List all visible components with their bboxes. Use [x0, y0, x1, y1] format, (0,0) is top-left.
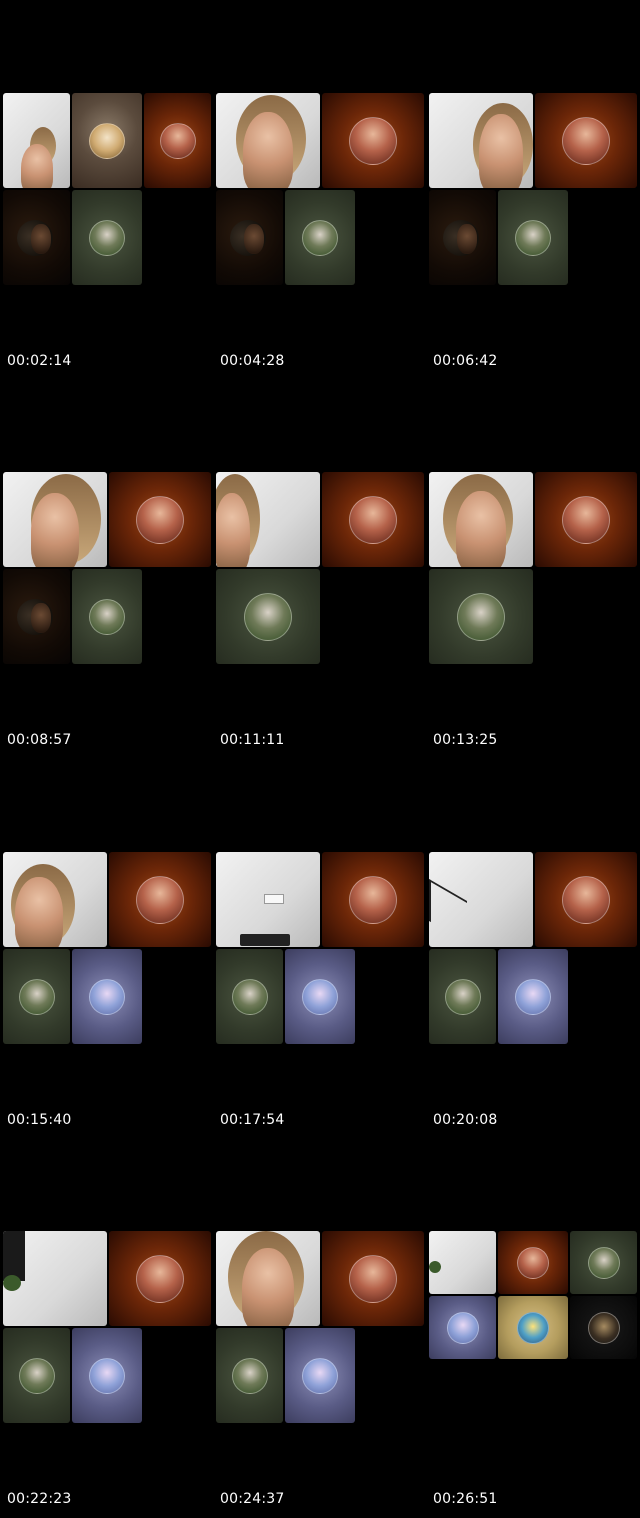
participant-avatar	[17, 220, 53, 256]
frame-timestamp: 00:06:42	[433, 353, 498, 369]
frame-timestamp: 00:08:57	[7, 732, 72, 748]
video-tile-participant	[72, 1328, 142, 1423]
video-tile-participant	[322, 852, 424, 947]
video-tile-self	[3, 93, 70, 188]
frame-timestamp: 00:13:25	[433, 732, 498, 748]
video-tile-participant	[109, 1231, 211, 1326]
video-tile-participant	[72, 190, 142, 285]
participant-avatar	[302, 1357, 338, 1394]
frame-timestamp: 00:17:54	[220, 1112, 285, 1128]
video-tile-self	[3, 852, 107, 947]
video-tile-participant	[216, 1328, 283, 1423]
participant-avatar	[136, 875, 184, 924]
participant-avatar	[89, 122, 125, 159]
participant-avatar	[349, 875, 397, 924]
participant-avatar	[349, 116, 397, 165]
frame-timestamp: 00:22:23	[7, 1491, 72, 1507]
video-tile-self	[429, 1231, 496, 1294]
video-tile-participant	[429, 190, 496, 285]
video-tile-self	[429, 93, 533, 188]
participant-avatar	[230, 220, 266, 256]
participant-avatar	[562, 875, 610, 924]
participant-avatar	[517, 1311, 549, 1344]
video-tile-participant	[322, 1231, 424, 1326]
frame-timestamp: 00:24:37	[220, 1491, 285, 1507]
participant-avatar	[136, 1254, 184, 1303]
frame-timestamp: 00:02:14	[7, 353, 72, 369]
video-tile-participant	[3, 190, 70, 285]
participant-avatar	[515, 219, 551, 256]
frame-timestamp: 00:26:51	[433, 1491, 498, 1507]
participant-avatar	[231, 978, 268, 1015]
video-tile-self	[216, 1231, 320, 1326]
video-tile-participant	[285, 190, 355, 285]
participant-avatar	[457, 592, 505, 641]
video-tile-participant	[535, 93, 637, 188]
participant-avatar	[89, 1357, 125, 1394]
frame-timestamp: 00:04:28	[220, 353, 285, 369]
video-tile-participant	[216, 190, 283, 285]
video-tile-participant	[72, 93, 142, 188]
video-tile-self	[216, 852, 320, 947]
video-tile-participant	[72, 949, 142, 1044]
video-tile-self	[3, 1231, 107, 1326]
video-tile-self	[216, 472, 320, 567]
video-tile-participant	[216, 569, 320, 664]
video-tile-participant	[429, 569, 533, 664]
participant-avatar	[18, 978, 55, 1015]
video-tile-self	[429, 852, 533, 947]
video-tile-participant	[3, 1328, 70, 1423]
video-tile-participant	[498, 190, 568, 285]
participant-avatar	[89, 978, 125, 1015]
participant-avatar	[244, 592, 292, 641]
video-tile-participant	[322, 472, 424, 567]
video-tile-participant	[535, 852, 637, 947]
video-tile-self	[429, 472, 533, 567]
video-tile-participant	[109, 852, 211, 947]
participant-avatar	[89, 598, 125, 635]
video-tile-participant	[322, 93, 424, 188]
participant-avatar	[446, 1311, 479, 1344]
video-tile-participant	[72, 569, 142, 664]
participant-avatar	[302, 978, 338, 1015]
video-tile-self	[3, 472, 107, 567]
video-tile-participant	[498, 1296, 568, 1359]
participant-avatar	[515, 978, 551, 1015]
video-tile-participant	[285, 949, 355, 1044]
video-tile-participant	[3, 949, 70, 1044]
participant-avatar	[562, 495, 610, 544]
video-tile-participant	[498, 1231, 568, 1294]
video-tile-participant	[109, 472, 211, 567]
video-tile-participant	[144, 93, 211, 188]
video-tile-participant	[570, 1296, 637, 1359]
participant-avatar	[443, 220, 479, 256]
participant-avatar	[89, 219, 125, 256]
video-tile-participant	[285, 1328, 355, 1423]
video-tile-self	[216, 93, 320, 188]
participant-avatar	[349, 1254, 397, 1303]
video-tile-participant	[429, 1296, 496, 1359]
video-tile-participant	[570, 1231, 637, 1294]
participant-avatar	[136, 495, 184, 544]
participant-avatar	[587, 1246, 620, 1279]
participant-avatar	[517, 1246, 549, 1279]
participant-avatar	[17, 599, 53, 635]
video-tile-participant	[498, 949, 568, 1044]
participant-avatar	[562, 116, 610, 165]
participant-avatar	[349, 495, 397, 544]
video-tile-participant	[3, 569, 70, 664]
participant-avatar	[302, 219, 338, 256]
video-tile-participant	[535, 472, 637, 567]
video-tile-participant	[216, 949, 283, 1044]
participant-avatar	[587, 1311, 620, 1344]
participant-avatar	[18, 1357, 55, 1394]
frame-timestamp: 00:15:40	[7, 1112, 72, 1128]
frame-timestamp: 00:20:08	[433, 1112, 498, 1128]
participant-avatar	[444, 978, 481, 1015]
participant-avatar	[231, 1357, 268, 1394]
participant-avatar	[159, 122, 196, 159]
video-tile-participant	[429, 949, 496, 1044]
frame-timestamp: 00:11:11	[220, 732, 285, 748]
